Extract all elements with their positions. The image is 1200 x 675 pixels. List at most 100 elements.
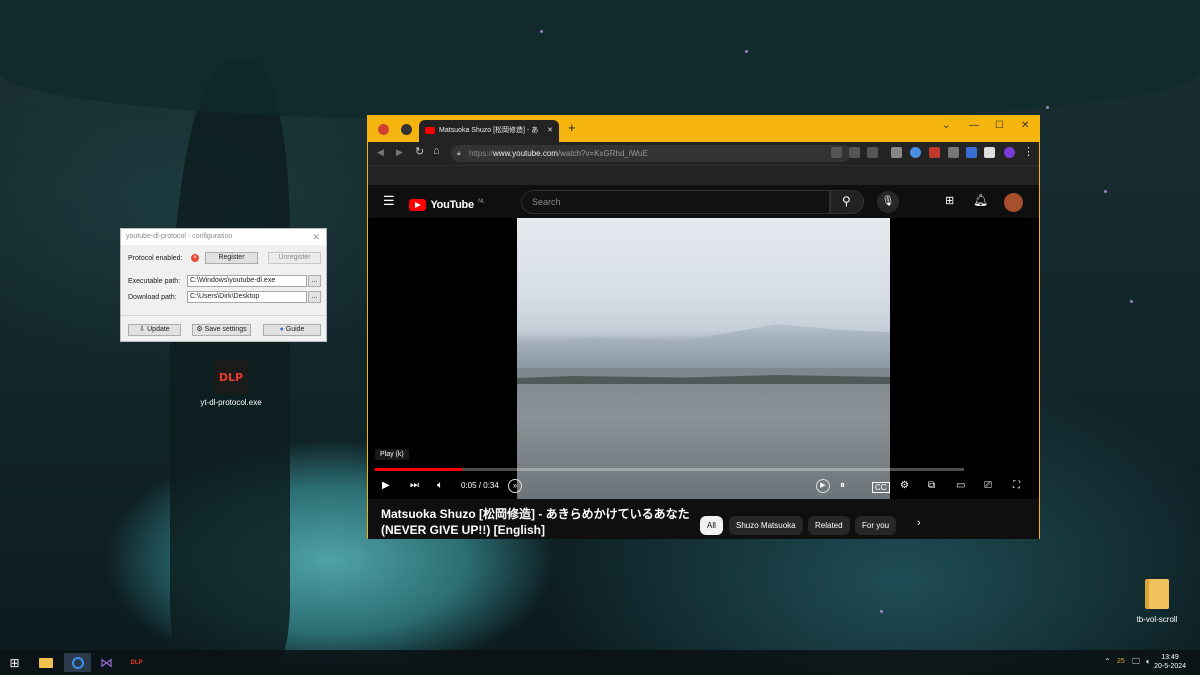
desktop-icon-yt-dl-protocol[interactable]: DLP yt-dl-protocol.exe xyxy=(196,360,266,407)
voice-search-button[interactable]: 🎙︎ xyxy=(877,191,899,213)
video-shoreline xyxy=(517,375,890,384)
time-display: 0:05 / 0:34 xyxy=(461,481,499,490)
autoplay-toggle-icon[interactable]: ⏸︎ xyxy=(840,480,845,492)
close-icon[interactable]: ✕ xyxy=(312,229,320,245)
download-browse-button[interactable]: ... xyxy=(308,291,321,303)
puzzle-icon[interactable] xyxy=(966,147,977,158)
share-icon[interactable] xyxy=(849,147,860,158)
minimize-icon[interactable]: — xyxy=(969,120,979,131)
chip-all[interactable]: All xyxy=(700,516,723,535)
file-explorer-icon[interactable] xyxy=(36,653,55,672)
cast-icon[interactable]: ⎚ xyxy=(984,480,992,492)
error-status-icon: × xyxy=(191,254,199,262)
update-icon: ⇩ xyxy=(139,326,146,333)
tab-search-icon[interactable]: ⌄ xyxy=(942,120,950,131)
taskbar: ⊞ ⋈ DLP ⌃ 25 🖵︎ 🔈︎ 13:49 20-5-2024 xyxy=(0,650,1200,675)
search-input[interactable]: Search xyxy=(521,190,830,214)
address-bar[interactable]: 🔒︎ https://www.youtube.com/watch?v=KxGRh… xyxy=(451,145,851,162)
tray-badge[interactable]: 25 xyxy=(1117,658,1125,665)
theater-mode-icon[interactable]: ▭ xyxy=(956,480,965,492)
executable-browse-button[interactable]: ... xyxy=(308,275,321,287)
folder-icon xyxy=(1140,577,1174,611)
executable-path-field[interactable]: C:\Windows\youtube-dl.exe xyxy=(187,275,307,287)
youtube-logo[interactable]: YouTube NL xyxy=(409,196,485,214)
extension-icon[interactable] xyxy=(929,147,940,158)
update-button[interactable]: ⇩ Update xyxy=(128,324,181,336)
url-prefix: https:// xyxy=(469,149,494,158)
desktop-icon-tb-vol-scroll[interactable]: tb-vol-scroll xyxy=(1122,577,1192,624)
play-icon[interactable]: ▶ xyxy=(382,480,390,492)
progress-bar[interactable] xyxy=(375,468,964,471)
avatar[interactable] xyxy=(1004,193,1023,212)
guide-button[interactable]: ● Guide xyxy=(263,324,321,336)
extension-icon[interactable] xyxy=(984,147,995,158)
download-path-field[interactable]: C:\Users\Dirk\Desktop xyxy=(187,291,307,303)
next-icon[interactable]: ⏭︎ xyxy=(410,480,419,492)
config-dialog: youtube-dl-protocol - configuration ✕ Pr… xyxy=(120,228,327,342)
extension-icon[interactable] xyxy=(891,147,902,158)
dlp-taskbar-icon[interactable]: DLP xyxy=(127,653,146,672)
extension-icon[interactable] xyxy=(910,147,921,158)
reload-icon[interactable]: ↻ xyxy=(415,145,424,158)
time-total: 0:34 xyxy=(483,481,499,490)
bookmark-icon[interactable] xyxy=(867,147,878,158)
tab-youtube[interactable]: Matsuoka Shuzo [松岡修造] - あ ✕ xyxy=(419,120,559,142)
sparkle xyxy=(1130,300,1133,303)
video-mountains xyxy=(517,324,890,368)
help-icon: ● xyxy=(279,326,284,333)
lens-icon[interactable] xyxy=(831,147,842,158)
github-icon[interactable] xyxy=(401,124,412,135)
browser-taskbar-icon[interactable] xyxy=(64,653,91,672)
clock[interactable]: 13:49 20-5-2024 xyxy=(1154,653,1186,671)
notifications-icon[interactable]: 🔔︎ xyxy=(973,193,988,207)
profile-avatar-icon[interactable] xyxy=(1004,147,1015,158)
home-icon[interactable]: ⌂ xyxy=(433,145,440,157)
visual-studio-icon[interactable]: ⋈ xyxy=(97,653,116,672)
volume-tray-icon[interactable]: 🔈︎ xyxy=(1146,657,1151,667)
sparkle xyxy=(880,610,883,613)
window-close-icon[interactable]: ✕ xyxy=(1021,120,1029,131)
desktop-icon-label: yt-dl-protocol.exe xyxy=(200,398,262,407)
hamburger-icon[interactable]: ☰ xyxy=(383,193,395,209)
sparkle xyxy=(540,30,543,33)
miniplayer-icon[interactable]: ⧉ xyxy=(928,480,935,492)
executable-path-label: Executable path: xyxy=(128,278,181,285)
volume-icon[interactable]: 🔈︎ xyxy=(437,480,443,492)
background-foliage xyxy=(0,0,1200,120)
browser-window: Matsuoka Shuzo [松岡修造] - あ ✕ + ⌄ — ☐ ✕ ◀ … xyxy=(367,115,1040,539)
profile-icon[interactable] xyxy=(378,124,389,135)
video-info: Matsuoka Shuzo [松岡修造] - あきらめかけているあなた (NE… xyxy=(368,499,1039,539)
menu-icon[interactable]: ⋮ xyxy=(1023,145,1034,158)
clock-time: 13:49 xyxy=(1161,654,1179,661)
sponsorblock-icon[interactable]: » xyxy=(508,479,522,493)
shield-play-icon[interactable]: ▶ xyxy=(816,479,830,493)
fullscreen-icon[interactable]: ⛶ xyxy=(1013,480,1020,492)
unregister-button[interactable]: Unregister xyxy=(268,252,321,264)
network-icon[interactable]: 🖵︎ xyxy=(1132,657,1140,667)
settings-icon[interactable]: ⚙ xyxy=(900,480,909,492)
search-button[interactable]: ⚲ xyxy=(830,190,864,214)
chip-for-you[interactable]: For you xyxy=(855,516,897,535)
new-tab-button[interactable]: + xyxy=(568,120,576,135)
chevron-up-icon[interactable]: ⌃ xyxy=(1104,657,1111,666)
chip-related[interactable]: Related xyxy=(808,516,850,535)
video-player[interactable]: Play (k) ▶ ⏭︎ 🔈︎ 0:05 / 0:34 » ▶ ⏸︎ CC ⚙… xyxy=(368,218,1039,499)
tab-close-icon[interactable]: ✕ xyxy=(547,120,553,142)
back-icon[interactable]: ◀ xyxy=(377,147,384,158)
chip-shuzo-matsuoka[interactable]: Shuzo Matsuoka xyxy=(729,516,803,535)
sparkle xyxy=(1046,106,1049,109)
create-video-icon[interactable]: ⊞ xyxy=(945,194,954,207)
video-frame[interactable] xyxy=(517,218,890,499)
captions-icon[interactable]: CC xyxy=(872,482,890,493)
mail-icon[interactable] xyxy=(948,147,959,158)
dialog-titlebar: youtube-dl-protocol - configuration ✕ xyxy=(121,229,326,245)
chevron-right-icon[interactable]: › xyxy=(917,517,921,529)
register-button[interactable]: Register xyxy=(205,252,258,264)
update-label: Update xyxy=(147,326,170,333)
maximize-icon[interactable]: ☐ xyxy=(995,120,1004,131)
bookmarks-bar xyxy=(368,165,1039,185)
download-path-label: Download path: xyxy=(128,294,177,301)
save-settings-button[interactable]: ⚙ Save settings xyxy=(192,324,251,336)
forward-icon[interactable]: ▶ xyxy=(396,147,403,158)
start-windows-icon[interactable]: ⊞ xyxy=(5,653,24,672)
